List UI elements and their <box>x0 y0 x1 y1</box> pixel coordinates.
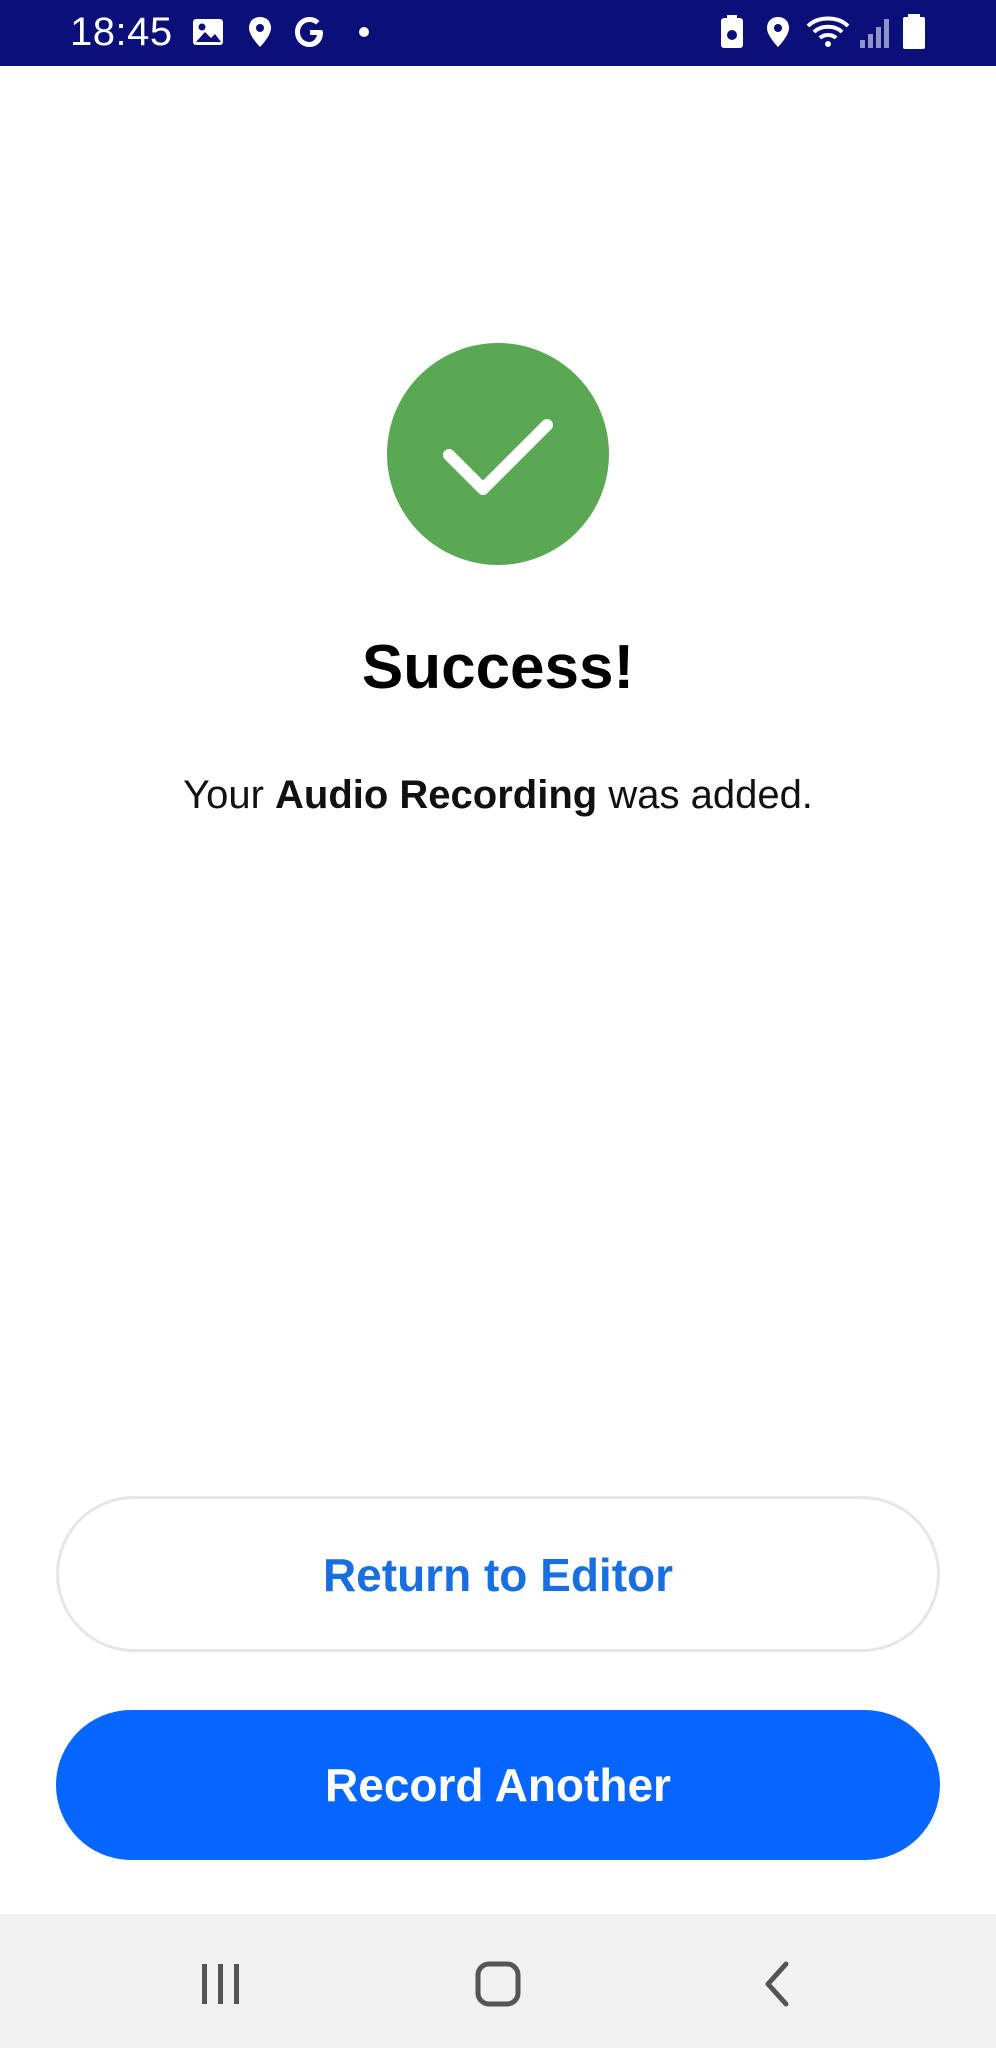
back-icon[interactable] <box>738 1944 818 2024</box>
record-another-button[interactable]: Record Another <box>56 1710 940 1860</box>
message-item-name: Audio Recording <box>275 773 598 817</box>
battery-saver-icon <box>714 14 750 50</box>
success-message: Your Audio Recording was added. <box>0 768 996 822</box>
home-icon[interactable] <box>458 1944 538 2024</box>
google-icon <box>292 14 328 50</box>
wifi-icon <box>806 14 850 50</box>
dot-icon <box>346 14 382 50</box>
navigation-bar <box>0 1914 996 2048</box>
status-bar: 18:45 <box>0 0 996 66</box>
location-icon <box>760 14 796 50</box>
signal-icon <box>858 14 894 50</box>
location-icon <box>242 14 278 50</box>
image-icon <box>190 14 226 50</box>
message-prefix: Your <box>183 773 275 817</box>
return-to-editor-button[interactable]: Return to Editor <box>56 1496 940 1652</box>
recent-apps-icon[interactable] <box>180 1944 260 2024</box>
battery-icon <box>900 14 930 50</box>
success-title: Success! <box>361 633 635 702</box>
status-time: 18:45 <box>70 10 173 54</box>
success-screen: 18:45 Success! Your Audio Recording was … <box>0 0 996 2048</box>
message-suffix: was added. <box>597 773 813 817</box>
success-check-icon <box>387 343 609 565</box>
